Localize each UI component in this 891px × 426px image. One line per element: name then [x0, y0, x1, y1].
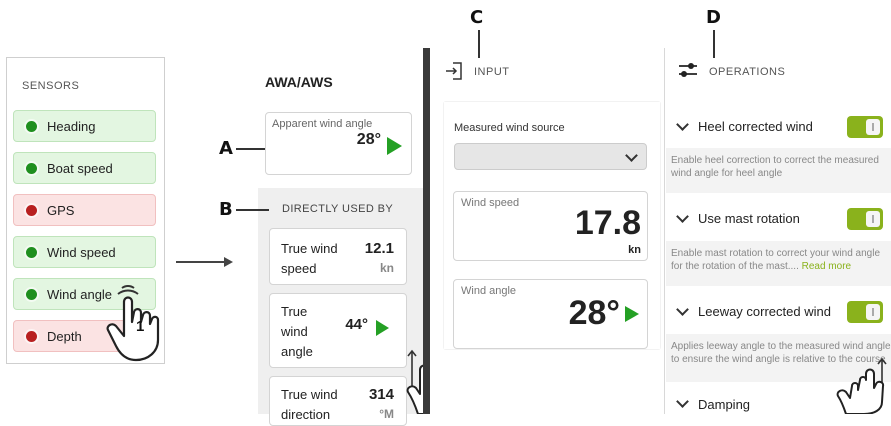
op-description: Enable mast rotation to correct your win… [666, 241, 891, 286]
chevron-down-icon [676, 210, 689, 223]
used-item-name: True wind direction [281, 387, 338, 422]
page-title: AWA/AWS [265, 74, 333, 90]
play-icon [376, 320, 389, 336]
sensor-item-heading[interactable]: Heading [13, 110, 156, 142]
play-icon [625, 306, 639, 322]
wind-speed-card[interactable]: Wind speed 17.8 kn [453, 191, 648, 261]
status-dot-icon [26, 162, 37, 174]
tap-hand-icon [106, 285, 160, 362]
annotation-d: D [706, 7, 721, 28]
measured-wind-source-label: Measured wind source [454, 122, 565, 134]
arrow-right-icon [176, 257, 233, 267]
op-description: Enable heel correction to correct the me… [666, 148, 891, 193]
read-more-link[interactable]: Read more [802, 261, 851, 272]
annotation-b: B [219, 199, 233, 220]
leeway-correction-toggle[interactable] [847, 301, 883, 323]
sensor-label: GPS [47, 202, 75, 218]
status-dot-icon [26, 120, 37, 132]
sensor-item-gps[interactable]: GPS [13, 194, 156, 226]
heel-correction-toggle[interactable] [847, 116, 883, 138]
status-dot-icon [26, 330, 37, 342]
step-number: 1 [136, 318, 145, 335]
input-header: INPUT [474, 66, 510, 78]
annotation-c-line [478, 30, 480, 58]
op-description-text: Enable heel correction to correct the me… [671, 155, 879, 179]
toggle-knob [866, 211, 880, 227]
wind-angle-value: 28° [568, 294, 620, 332]
sliders-icon [679, 63, 697, 77]
chevron-down-icon [676, 303, 689, 316]
annotation-d-line [713, 30, 715, 58]
annotation-c: C [470, 7, 484, 28]
used-item-value: 44° [345, 316, 368, 333]
annotation-a-line [236, 148, 265, 150]
wind-angle-label: Wind angle [461, 285, 517, 297]
toggle-knob [866, 304, 880, 320]
apparent-wind-angle-card[interactable]: Apparent wind angle 28° [265, 112, 412, 175]
column-divider[interactable] [423, 48, 430, 414]
used-item-value: 314 [368, 386, 394, 403]
op-description-text: Enable mast rotation to correct your win… [671, 247, 891, 273]
true-wind-angle-card[interactable]: True wind angle 44° [269, 293, 407, 368]
toggle-knob [866, 119, 880, 135]
op-title: Damping [698, 397, 751, 412]
wind-source-select[interactable] [454, 143, 647, 170]
sensor-label: Boat speed [47, 160, 113, 176]
chevron-down-icon [676, 395, 689, 408]
op-title: Use mast rotation [698, 211, 800, 226]
annotation-a: A [219, 138, 233, 159]
op-leeway-corrected-wind[interactable]: Leeway corrected wind [666, 292, 891, 332]
chevron-down-icon [625, 149, 638, 162]
op-title: Leeway corrected wind [698, 304, 831, 319]
op-use-mast-rotation[interactable]: Use mast rotation [666, 199, 891, 239]
wind-speed-value: 17.8 [574, 204, 641, 242]
used-item-unit: °M [379, 407, 394, 421]
true-wind-speed-card[interactable]: True wind speed 12.1 kn [269, 228, 407, 285]
status-dot-icon [26, 204, 37, 216]
sensor-label: Heading [47, 118, 96, 134]
used-item-value: 12.1 [364, 240, 394, 257]
apparent-wind-value: 28° [356, 131, 381, 148]
sensor-item-boat-speed[interactable]: Boat speed [13, 152, 156, 184]
mast-rotation-toggle[interactable] [847, 208, 883, 230]
login-icon [446, 62, 462, 80]
used-item-unit: kn [379, 261, 394, 275]
annotation-b-line [236, 209, 269, 211]
apparent-wind-label: Apparent wind angle [272, 118, 373, 130]
play-icon [387, 137, 402, 155]
status-dot-icon [26, 288, 37, 300]
scroll-hand-icon [836, 358, 887, 414]
sensors-title: SENSORS [22, 80, 80, 92]
sensor-label: Depth [47, 328, 82, 344]
used-item-name: True wind speed [281, 241, 338, 276]
status-dot-icon [26, 246, 37, 258]
used-item-name: True wind angle [281, 304, 313, 359]
wind-angle-card[interactable]: Wind angle 28° [453, 279, 648, 349]
true-wind-direction-card[interactable]: True wind direction 314 °M [269, 376, 407, 426]
op-heel-corrected-wind[interactable]: Heel corrected wind [666, 107, 891, 147]
used-by-title: DIRECTLY USED BY [282, 203, 394, 215]
op-title: Heel corrected wind [698, 119, 813, 134]
sensor-item-wind-speed[interactable]: Wind speed [13, 236, 156, 268]
wind-speed-label: Wind speed [461, 197, 520, 209]
chevron-down-icon [676, 118, 689, 131]
sensor-label: Wind speed [47, 244, 116, 260]
wind-speed-unit: kn [628, 244, 641, 256]
operations-header: OPERATIONS [709, 66, 786, 78]
